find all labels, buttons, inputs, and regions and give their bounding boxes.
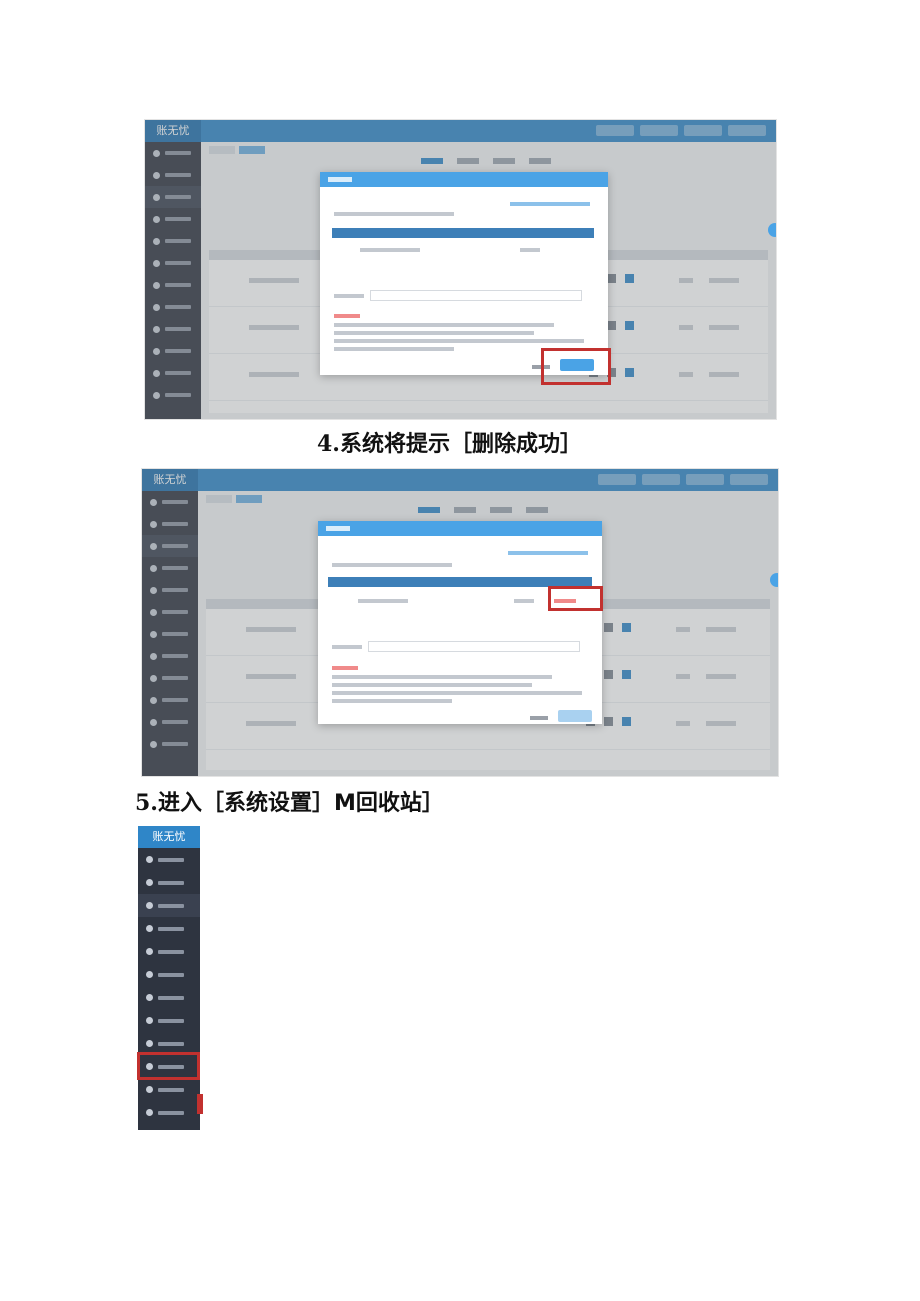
- sidebar-item[interactable]: [138, 871, 200, 894]
- screenshot-delete-confirm: 账无忧: [145, 120, 776, 419]
- sidebar-item[interactable]: [138, 1009, 200, 1032]
- sidebar-icon: [146, 1109, 153, 1116]
- sidebar-item[interactable]: [138, 940, 200, 963]
- sidebar-item[interactable]: [138, 894, 200, 917]
- screenshot-delete-success: 账无忧: [142, 469, 778, 776]
- delete-dialog: [320, 172, 608, 375]
- sidebar-item[interactable]: [138, 986, 200, 1009]
- sidebar-icon: [146, 879, 153, 886]
- sidebar-icon: [146, 1086, 153, 1093]
- caption-step5: 5.进入［系统设置］M回收站］: [135, 790, 444, 816]
- dialog-header: [320, 172, 608, 187]
- sidebar-icon: [146, 971, 153, 978]
- cancel-button[interactable]: [530, 716, 548, 720]
- sidebar-icon: [146, 948, 153, 955]
- highlight-system-settings: [137, 1052, 200, 1080]
- sidebar-icon: [146, 902, 153, 909]
- sidebar-icon: [146, 856, 153, 863]
- app-brand: 账无忧: [138, 826, 200, 848]
- screenshot-sidebar: 账无忧: [138, 826, 200, 1130]
- caption-step4: 4.系统将提示［删除成功］: [317, 431, 582, 457]
- sidebar-icon: [146, 925, 153, 932]
- highlight-confirm-button: [541, 348, 611, 385]
- sidebar-item[interactable]: [138, 848, 200, 871]
- sidebar-item[interactable]: [138, 1101, 200, 1124]
- dialog-header: [318, 521, 602, 536]
- sidebar-item[interactable]: [138, 963, 200, 986]
- sidebar-icon: [146, 994, 153, 1001]
- sidebar-item[interactable]: [138, 917, 200, 940]
- highlight-marker: [197, 1094, 203, 1114]
- highlight-delete-success: [548, 586, 603, 611]
- confirm-button[interactable]: [558, 710, 592, 722]
- sidebar-icon: [146, 1040, 153, 1047]
- delete-dialog: [318, 521, 602, 724]
- sidebar-icon: [146, 1017, 153, 1024]
- sidebar-item[interactable]: [138, 1078, 200, 1101]
